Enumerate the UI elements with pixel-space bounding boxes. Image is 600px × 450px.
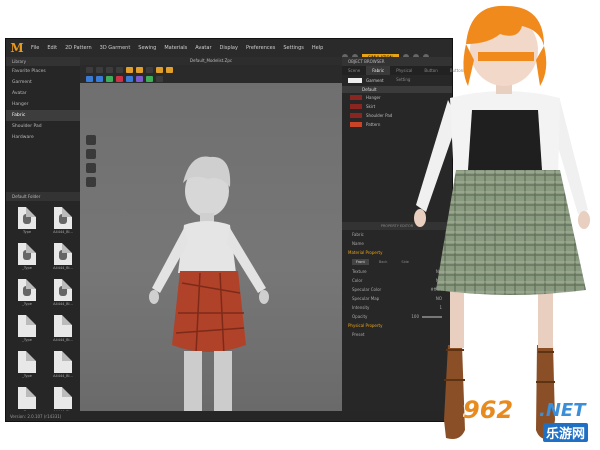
shade-icon[interactable]	[146, 75, 153, 82]
garment-swatch	[348, 78, 362, 83]
fabric-swatch	[350, 104, 362, 109]
menu-sewing[interactable]: Sewing	[138, 45, 156, 51]
menu-help[interactable]: Help	[312, 45, 323, 51]
menu-settings[interactable]: Settings	[283, 45, 304, 51]
menu-preferences[interactable]: Preferences	[246, 45, 275, 51]
menu-2d-pattern[interactable]: 2D Pattern	[65, 45, 92, 51]
app-logo: M	[10, 41, 24, 55]
texture-tool-icon[interactable]	[156, 66, 163, 73]
avatar-view-icon[interactable]	[86, 75, 93, 82]
library-category-favorite[interactable]: Favorite Places	[6, 66, 80, 77]
viewport-toolbar-2	[80, 74, 342, 83]
render-icon[interactable]	[156, 75, 163, 82]
library-thumb[interactable]: _Type	[12, 351, 42, 379]
library-thumb[interactable]: _Type	[12, 243, 42, 271]
measure-tool-icon[interactable]	[146, 66, 153, 73]
library-thumb[interactable]: _Type	[12, 279, 42, 307]
watermark-number: 962	[463, 396, 514, 424]
library-header: Library	[6, 57, 80, 66]
pin-tool-icon[interactable]	[126, 66, 133, 73]
viewport-title: Default_Modelist.Zpc	[80, 57, 342, 65]
library-thumb[interactable]: A4444_Bl...	[48, 243, 78, 271]
menu-3d-garment[interactable]: 3D Garment	[100, 45, 131, 51]
library-thumb[interactable]: _Type	[12, 315, 42, 343]
tab-back[interactable]: Back	[375, 259, 392, 265]
menu-materials[interactable]: Materials	[164, 45, 187, 51]
fabric-swatch	[350, 113, 362, 118]
menu-edit[interactable]: Edit	[47, 45, 57, 51]
library-thumb[interactable]: A4444_Bl...	[48, 207, 78, 235]
fabric-swatch	[350, 122, 362, 127]
tack-tool-icon[interactable]	[136, 66, 143, 73]
status-bar: Version: 2.0.107 (r14331)	[6, 411, 452, 421]
watermark-net: .NET	[539, 400, 586, 421]
transform-tool-icon[interactable]	[106, 66, 113, 73]
menu-bar: M File Edit 2D Pattern 3D Garment Sewing…	[6, 39, 452, 61]
library-category-hardware[interactable]: Hardware	[6, 132, 80, 143]
fabric-swatch	[350, 95, 362, 100]
menu-display[interactable]: Display	[220, 45, 238, 51]
library-panel: Library Favorite Places Garment Avatar H…	[6, 57, 80, 414]
app-window: M File Edit 2D Pattern 3D Garment Sewing…	[5, 38, 472, 422]
library-category-fabric[interactable]: Fabric	[6, 110, 80, 121]
move-tool-icon[interactable]	[96, 66, 103, 73]
select-tool-icon[interactable]	[86, 66, 93, 73]
library-thumb-grid: Type A4444_Bl... _Type A4444_Bl... _Type…	[6, 201, 80, 421]
menu-avatar[interactable]: Avatar	[195, 45, 211, 51]
graphic-tool-icon[interactable]	[166, 66, 173, 73]
fabric-view-icon[interactable]	[106, 75, 113, 82]
library-thumb[interactable]: A4444_Bl...	[48, 279, 78, 307]
tab-scene[interactable]: Scene	[342, 66, 366, 75]
library-folder: Default Folder Type A4444_Bl... _Type A4…	[6, 192, 80, 421]
library-category-garment[interactable]: Garment	[6, 77, 80, 88]
library-category-avatar[interactable]: Avatar	[6, 88, 80, 99]
library-category-shoulder-pad[interactable]: Shoulder Pad	[6, 121, 80, 132]
library-thumb[interactable]: A4444_Bl...	[48, 315, 78, 343]
strain-map-icon[interactable]	[116, 75, 123, 82]
garment-view-icon[interactable]	[96, 75, 103, 82]
library-category-hanger[interactable]: Hanger	[6, 99, 80, 110]
character-render	[414, 5, 590, 439]
tab-front[interactable]: Front	[352, 259, 369, 265]
fit-map-icon[interactable]	[136, 75, 143, 82]
garment-label: Garment	[366, 78, 384, 83]
menu-file[interactable]: File	[31, 45, 39, 51]
library-thumb[interactable]: Type	[12, 207, 42, 235]
viewport-avatar	[149, 156, 269, 421]
library-thumb[interactable]: A4444_Bl...	[48, 351, 78, 379]
tab-fabric[interactable]: Fabric	[366, 66, 391, 75]
watermark: 962 .NET 乐游网	[463, 396, 593, 442]
viewport-toolbar-1	[80, 65, 342, 74]
fold-tool-icon[interactable]	[116, 66, 123, 73]
library-folder-header: Default Folder	[6, 192, 80, 201]
3d-viewport[interactable]: Default_Modelist.Zpc	[80, 57, 342, 421]
stress-map-icon[interactable]	[126, 75, 133, 82]
watermark-site-name: 乐游网	[543, 423, 589, 442]
